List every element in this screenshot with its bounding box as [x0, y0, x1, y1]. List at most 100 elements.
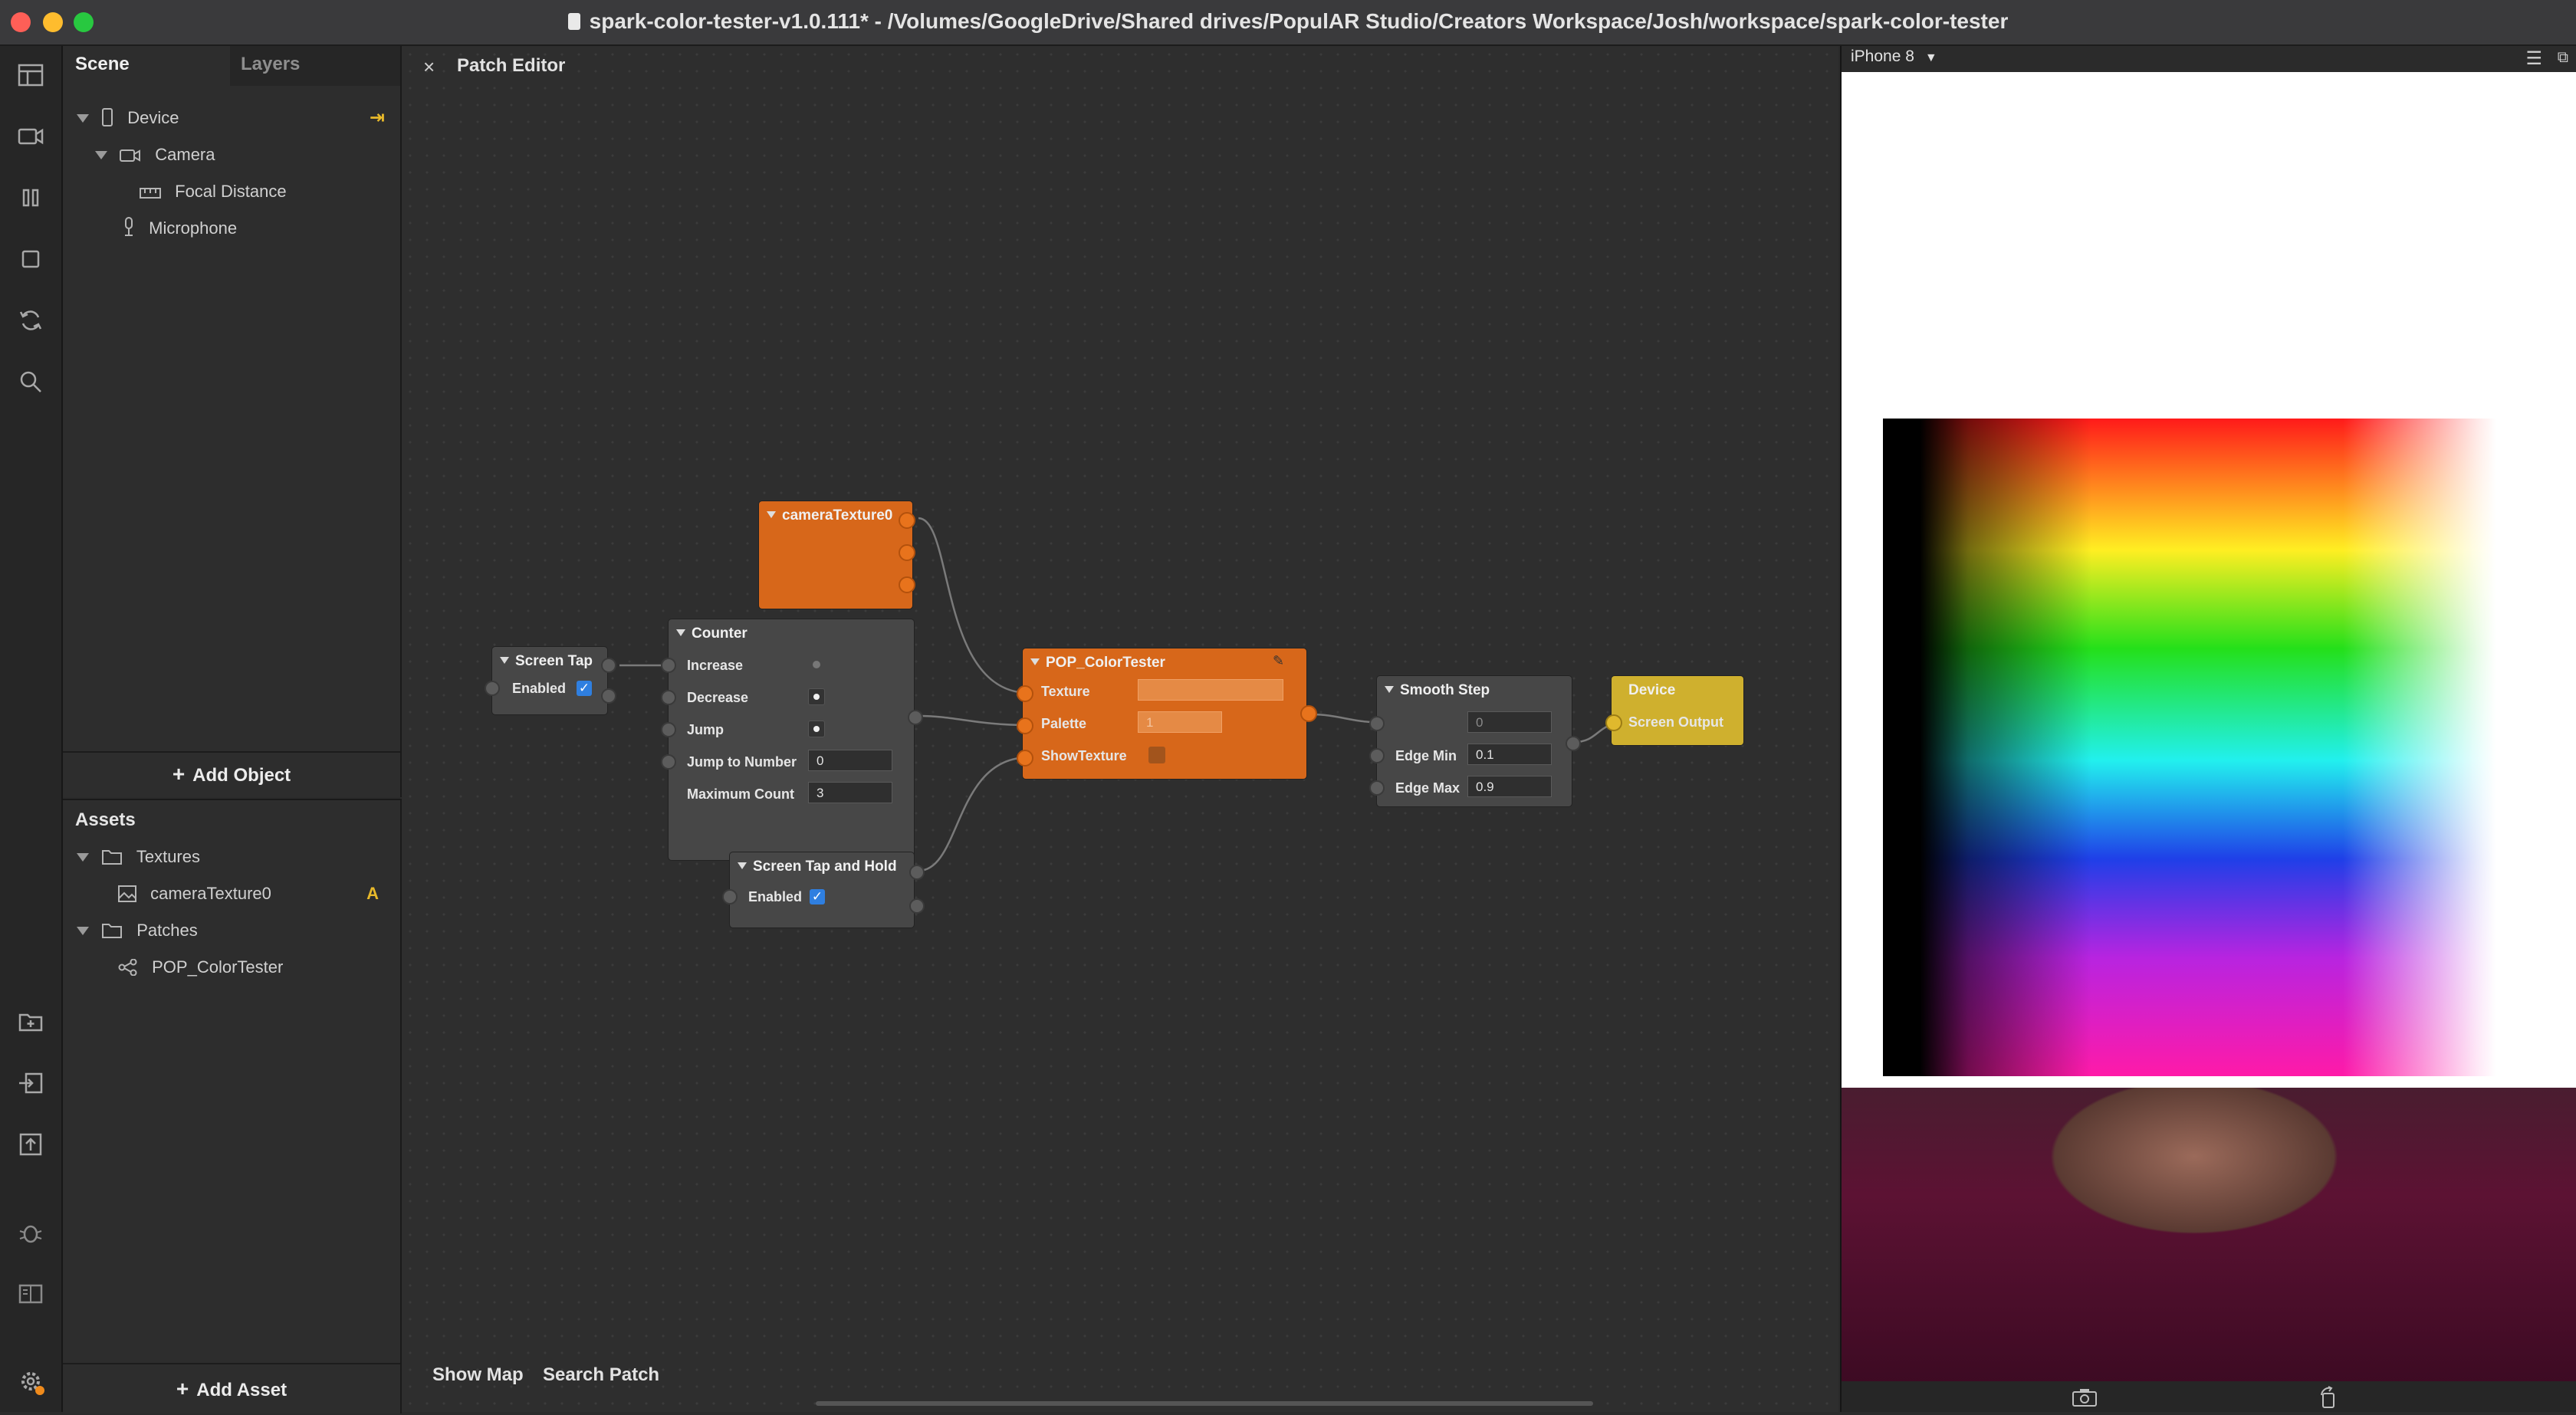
collapse-triangle-icon[interactable]	[1030, 658, 1040, 665]
tree-item-focal-distance[interactable]: Focal Distance	[140, 175, 287, 208]
horizontal-scrollbar[interactable]	[816, 1401, 1593, 1406]
node-title-text: Smooth Step	[1400, 682, 1490, 698]
node-counter[interactable]: Counter Increase Decrease Jump Jump to N…	[661, 619, 923, 860]
search-icon[interactable]	[15, 366, 46, 397]
chevron-down-icon[interactable]	[77, 114, 89, 123]
input-port[interactable]	[661, 690, 676, 705]
collapse-triangle-icon[interactable]	[500, 657, 509, 664]
input-port[interactable]	[1017, 717, 1033, 734]
tab-layers[interactable]: Layers	[241, 54, 300, 75]
node-camera-texture[interactable]: cameraTexture0	[759, 501, 915, 609]
output-port[interactable]	[899, 576, 915, 593]
tree-item-pop-colortester[interactable]: POP_ColorTester	[118, 950, 283, 984]
chevron-down-icon[interactable]	[77, 927, 89, 935]
collapse-triangle-icon[interactable]	[738, 862, 747, 869]
node-device-output[interactable]: Device Screen Output	[1605, 676, 1743, 745]
node-pop-colortester[interactable]: POP_ColorTester ✎ Texture Palette 1 Show…	[1017, 648, 1317, 779]
output-port[interactable]	[909, 898, 925, 914]
edit-pencil-icon[interactable]: ✎	[1273, 653, 1284, 669]
maximum-count-field[interactable]: 3	[808, 782, 892, 803]
add-object-label: Add Object	[192, 765, 291, 786]
add-asset-button[interactable]: + Add Asset	[63, 1363, 400, 1413]
input-port[interactable]	[1017, 685, 1033, 702]
window-title: spark-color-tester-v1.0.111* - /Volumes/…	[0, 9, 2576, 34]
import-icon[interactable]	[15, 1068, 46, 1098]
output-port[interactable]	[1300, 705, 1317, 722]
image-icon	[118, 880, 136, 914]
device-selector-bar: iPhone 8 ▼ ☰ ⧉	[1842, 46, 2576, 72]
tree-item-textures-folder[interactable]: Textures	[77, 840, 200, 874]
pause-icon[interactable]	[15, 182, 46, 213]
scene-panel: Scene Layers Device ⇥ Camera Focal Dista…	[63, 46, 402, 797]
output-port[interactable]	[601, 688, 616, 704]
input-port[interactable]	[1369, 716, 1385, 731]
chevron-down-icon[interactable]	[95, 151, 107, 159]
tree-item-microphone[interactable]: Microphone	[123, 212, 237, 245]
input-port[interactable]	[1017, 750, 1033, 767]
texture-field[interactable]	[1138, 679, 1283, 701]
search-patch-button[interactable]: Search Patch	[543, 1364, 659, 1386]
close-icon[interactable]: ×	[423, 55, 435, 79]
add-folder-icon[interactable]	[15, 1006, 46, 1037]
output-port[interactable]	[908, 710, 923, 725]
enabled-checkbox[interactable]: ✓	[577, 681, 592, 696]
chevron-down-icon[interactable]	[77, 853, 89, 862]
jump-to-number-field[interactable]: 0	[808, 750, 892, 771]
collapse-triangle-icon[interactable]	[1385, 686, 1394, 693]
refresh-icon[interactable]	[15, 305, 46, 336]
input-port[interactable]	[661, 722, 676, 737]
input-port[interactable]	[1605, 714, 1622, 731]
output-port[interactable]	[909, 865, 925, 880]
popout-icon[interactable]: ⧉	[2558, 49, 2568, 67]
stop-icon[interactable]	[15, 244, 46, 274]
tree-item-device[interactable]: Device ⇥	[77, 101, 393, 135]
input-port[interactable]	[1369, 780, 1385, 796]
port-label-palette: Palette	[1041, 716, 1087, 731]
palette-field[interactable]: 1	[1138, 711, 1222, 733]
node-title-text: Screen Tap and Hold	[753, 859, 897, 875]
collapse-panel-icon[interactable]: ⇥	[370, 101, 385, 135]
output-port[interactable]	[1566, 736, 1581, 751]
decrease-pulse-button[interactable]	[808, 688, 825, 705]
edge-min-field[interactable]: 0.1	[1467, 744, 1552, 765]
patch-editor[interactable]: × Patch Editor cameraTexture0 Screen Tap…	[402, 46, 1838, 1412]
jump-pulse-button[interactable]	[808, 721, 825, 737]
device-screen[interactable]	[1842, 72, 2576, 1381]
input-port[interactable]	[485, 681, 500, 696]
bug-icon[interactable]	[15, 1217, 46, 1248]
port-label-jump-to-number: Jump to Number	[687, 754, 797, 770]
tab-scene[interactable]: Scene	[75, 54, 130, 75]
layout-icon[interactable]	[15, 60, 46, 90]
screenshot-camera-icon[interactable]	[2072, 1387, 2098, 1411]
input-port[interactable]	[1369, 748, 1385, 763]
device-select[interactable]: iPhone 8 ▼	[1851, 48, 1937, 66]
node-screen-tap-and-hold[interactable]: Screen Tap and Hold Enabled ✓	[722, 852, 925, 927]
collapse-triangle-icon[interactable]	[767, 511, 776, 518]
tree-item-camera[interactable]: Camera	[95, 138, 215, 172]
output-port[interactable]	[899, 512, 915, 529]
input-port[interactable]	[722, 889, 738, 904]
edge-max-field[interactable]: 0.9	[1467, 776, 1552, 797]
tree-item-camera-texture[interactable]: cameraTexture0 A	[118, 877, 386, 911]
tree-label-camera-texture: cameraTexture0	[150, 884, 271, 903]
menu-icon[interactable]: ☰	[2525, 48, 2542, 70]
console-icon[interactable]	[15, 1279, 46, 1309]
node-smooth-step[interactable]: Smooth Step 0 Edge Min 0.1 Edge Max 0.9	[1369, 676, 1581, 806]
upload-icon[interactable]	[15, 1129, 46, 1160]
video-camera-icon[interactable]	[15, 121, 46, 152]
showtexture-checkbox[interactable]	[1148, 747, 1165, 763]
add-object-button[interactable]: + Add Object	[63, 751, 400, 796]
output-port[interactable]	[899, 544, 915, 561]
enabled-checkbox[interactable]: ✓	[810, 889, 825, 904]
rotate-device-icon[interactable]	[2317, 1386, 2340, 1413]
node-title-text: POP_ColorTester	[1046, 655, 1165, 671]
input-port[interactable]	[661, 754, 676, 770]
settings-gear-icon[interactable]	[15, 1366, 46, 1397]
collapse-triangle-icon[interactable]	[676, 629, 685, 636]
output-port[interactable]	[601, 658, 616, 673]
show-map-button[interactable]: Show Map	[432, 1364, 524, 1386]
input-value-field[interactable]: 0	[1467, 711, 1552, 733]
tree-item-patches-folder[interactable]: Patches	[77, 914, 198, 947]
input-port[interactable]	[661, 658, 676, 673]
node-screen-tap[interactable]: Screen Tap Enabled ✓	[485, 647, 616, 714]
